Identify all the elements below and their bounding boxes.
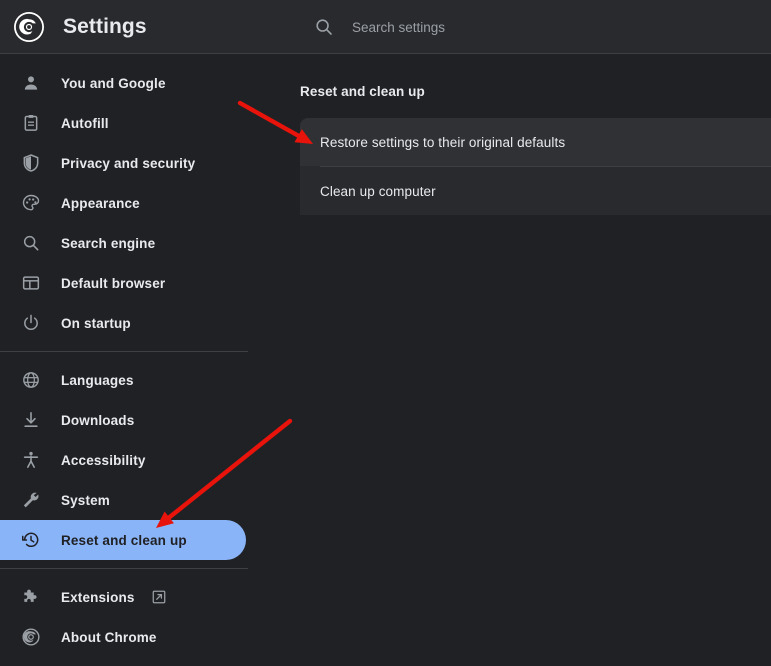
sidebar-item-default-browser[interactable]: Default browser <box>0 263 246 303</box>
section-title: Reset and clean up <box>300 84 425 99</box>
accessibility-icon <box>21 450 41 470</box>
shield-icon <box>21 153 41 173</box>
card-row-label: Restore settings to their original defau… <box>320 134 566 150</box>
person-icon <box>21 73 41 93</box>
sidebar-item-privacy-and-security[interactable]: Privacy and security <box>0 143 246 183</box>
sidebar-item-accessibility[interactable]: Accessibility <box>0 440 246 480</box>
browser-window-icon <box>21 273 41 293</box>
external-link-icon[interactable] <box>151 589 167 605</box>
sidebar-item-autofill[interactable]: Autofill <box>0 103 246 143</box>
sidebar-item-you-and-google[interactable]: You and Google <box>0 63 246 103</box>
wrench-icon <box>21 490 41 510</box>
sidebar-item-languages[interactable]: Languages <box>0 360 246 400</box>
main-content: Reset and clean up Restore settings to t… <box>290 54 771 666</box>
sidebar-item-label: Privacy and security <box>61 155 196 171</box>
sidebar-item-downloads[interactable]: Downloads <box>0 400 246 440</box>
history-restore-icon <box>21 530 41 550</box>
sidebar-item-label: Default browser <box>61 275 166 291</box>
card-row-label: Clean up computer <box>320 183 436 199</box>
search-input[interactable] <box>352 19 771 35</box>
chrome-logo-icon <box>13 11 45 43</box>
sidebar-item-on-startup[interactable]: On startup <box>0 303 246 343</box>
card-row-clean-up-computer[interactable]: Clean up computer <box>300 167 771 215</box>
sidebar-item-label: About Chrome <box>61 629 157 645</box>
search-bar[interactable] <box>300 6 771 48</box>
puzzle-piece-icon <box>21 587 41 607</box>
power-icon <box>21 313 41 333</box>
sidebar-item-appearance[interactable]: Appearance <box>0 183 246 223</box>
page-title: Settings <box>63 14 147 38</box>
sidebar-divider <box>0 351 248 352</box>
sidebar-item-label: Extensions <box>61 589 135 605</box>
sidebar-item-system[interactable]: System <box>0 480 246 520</box>
sidebar-item-label: You and Google <box>61 75 166 91</box>
sidebar-item-label: Appearance <box>61 195 140 211</box>
globe-icon <box>21 370 41 390</box>
sidebar-divider <box>0 568 248 569</box>
sidebar-item-label: Reset and clean up <box>61 532 187 548</box>
clipboard-icon <box>21 113 41 133</box>
sidebar-item-about-chrome[interactable]: About Chrome <box>0 617 246 657</box>
sidebar-item-label: On startup <box>61 315 131 331</box>
sidebar-item-extensions[interactable]: Extensions <box>0 577 246 617</box>
reset-and-clean-up-card: Restore settings to their original defau… <box>300 118 771 215</box>
sidebar-item-reset-and-clean-up[interactable]: Reset and clean up <box>0 520 246 560</box>
sidebar-item-label: System <box>61 492 110 508</box>
sidebar-item-label: Autofill <box>61 115 109 131</box>
sidebar-item-label: Search engine <box>61 235 156 251</box>
settings-page: Settings You and Google Autofill Privacy… <box>0 0 771 666</box>
sidebar-item-search-engine[interactable]: Search engine <box>0 223 246 263</box>
search-icon <box>21 233 41 253</box>
card-row-restore-settings-to-their-original-defaults[interactable]: Restore settings to their original defau… <box>300 118 771 166</box>
search-icon <box>314 17 334 37</box>
sidebar-item-label: Languages <box>61 372 134 388</box>
chrome-logo-icon <box>21 627 41 647</box>
download-icon <box>21 410 41 430</box>
sidebar-item-label: Downloads <box>61 412 135 428</box>
palette-icon <box>21 193 41 213</box>
sidebar-item-label: Accessibility <box>61 452 146 468</box>
app-header: Settings <box>0 0 771 54</box>
sidebar: You and Google Autofill Privacy and secu… <box>0 54 290 666</box>
